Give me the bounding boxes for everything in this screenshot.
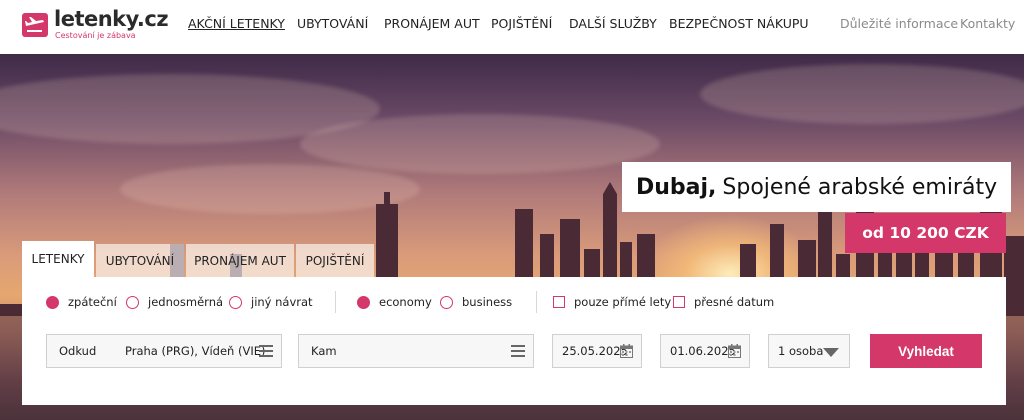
radio-selected-icon [46, 295, 59, 309]
flight-search-panel: zpáteční jednosměrná jiný návrat economy… [22, 277, 1006, 405]
logo[interactable]: letenky.cz Cestování je zábava [22, 7, 169, 41]
menu-icon[interactable] [511, 345, 525, 360]
nav-ubytovani[interactable]: UBYTOVÁNÍ [297, 16, 368, 31]
tab-pojisteni[interactable]: POJIŠTĚNÍ [296, 244, 374, 277]
radio-jednosmerna[interactable]: jednosměrná [126, 295, 223, 309]
tab-letenky[interactable]: LETENKY [22, 241, 94, 277]
depart-date-field[interactable]: 25.05.2025 [552, 334, 642, 368]
top-bar: letenky.cz Cestování je zábava AKČNÍ LET… [0, 0, 1024, 54]
plane-icon [22, 13, 48, 37]
origin-value: Praha (PRG), Vídeň (VIE) [125, 344, 266, 358]
radio-business[interactable]: business [440, 295, 512, 309]
tab-ubytovani[interactable]: UBYTOVÁNÍ [96, 244, 184, 277]
checkbox-icon [673, 296, 685, 308]
radio-label: jiný návrat [251, 295, 313, 309]
logo-name: letenky.cz [54, 7, 169, 31]
nav-bezpecnost-nakupu[interactable]: BEZPEČNOST NÁKUPU [669, 16, 809, 31]
nav-akcni-letenky[interactable]: AKČNÍ LETENKY [188, 16, 285, 31]
calendar-icon[interactable] [620, 344, 633, 358]
checkbox-icon [553, 296, 565, 308]
promo-price-badge[interactable]: od 10 200 CZK [845, 213, 1006, 253]
nav-kontakty[interactable]: Kontakty [960, 16, 1015, 31]
logo-tagline: Cestování je zábava [55, 31, 136, 40]
passengers-select[interactable]: 1 osoba [768, 334, 850, 368]
divider [536, 291, 537, 313]
return-date-field[interactable]: 01.06.2025 [660, 334, 750, 368]
radio-jiny-navrat[interactable]: jiný návrat [229, 295, 313, 309]
calendar-icon[interactable] [728, 344, 741, 358]
radio-label: zpáteční [68, 295, 117, 309]
divider [335, 291, 336, 313]
depart-date: 25.05.2025 [562, 344, 628, 358]
destination-label: Kam [311, 344, 337, 358]
tab-pronajem-aut[interactable]: PRONÁJEM AUT [186, 244, 294, 277]
return-date: 01.06.2025 [670, 344, 736, 358]
menu-icon[interactable] [259, 345, 273, 360]
radio-empty-icon [229, 295, 242, 309]
nav-pronajem-aut[interactable]: PRONÁJEM AUT [384, 16, 480, 31]
checkbox-prime-lety[interactable]: pouze přímé lety [553, 295, 671, 309]
nav-pojisteni[interactable]: POJIŠTĚNÍ [491, 16, 552, 31]
promo-city: Dubaj, [636, 174, 717, 200]
nav-dalsi-sluzby[interactable]: DALŠÍ SLUŽBY [569, 16, 657, 31]
radio-economy[interactable]: economy [357, 295, 432, 309]
radio-empty-icon [126, 295, 139, 309]
radio-label: economy [379, 295, 432, 309]
radio-selected-icon [357, 295, 370, 309]
radio-empty-icon [440, 295, 453, 309]
search-button[interactable]: Vyhledat [870, 334, 982, 368]
origin-label: Odkud [59, 344, 97, 358]
nav-dulezite-informace[interactable]: Důležité informace [840, 16, 958, 31]
promo-country: Spojené arabské emiráty [722, 174, 998, 200]
checkbox-label: pouze přímé lety [574, 295, 672, 309]
chevron-down-icon [823, 348, 839, 357]
promo-destination[interactable]: Dubaj, Spojené arabské emiráty [622, 162, 1012, 212]
checkbox-presne-datum[interactable]: přesné datum [673, 295, 774, 309]
radio-zpatecni[interactable]: zpáteční [46, 295, 117, 309]
radio-label: business [462, 295, 513, 309]
passengers-value: 1 osoba [778, 344, 824, 358]
destination-field[interactable]: Kam [298, 334, 534, 368]
origin-field[interactable]: Odkud Praha (PRG), Vídeň (VIE) [46, 334, 282, 368]
checkbox-label: přesné datum [694, 295, 775, 309]
radio-label: jednosměrná [148, 295, 224, 309]
